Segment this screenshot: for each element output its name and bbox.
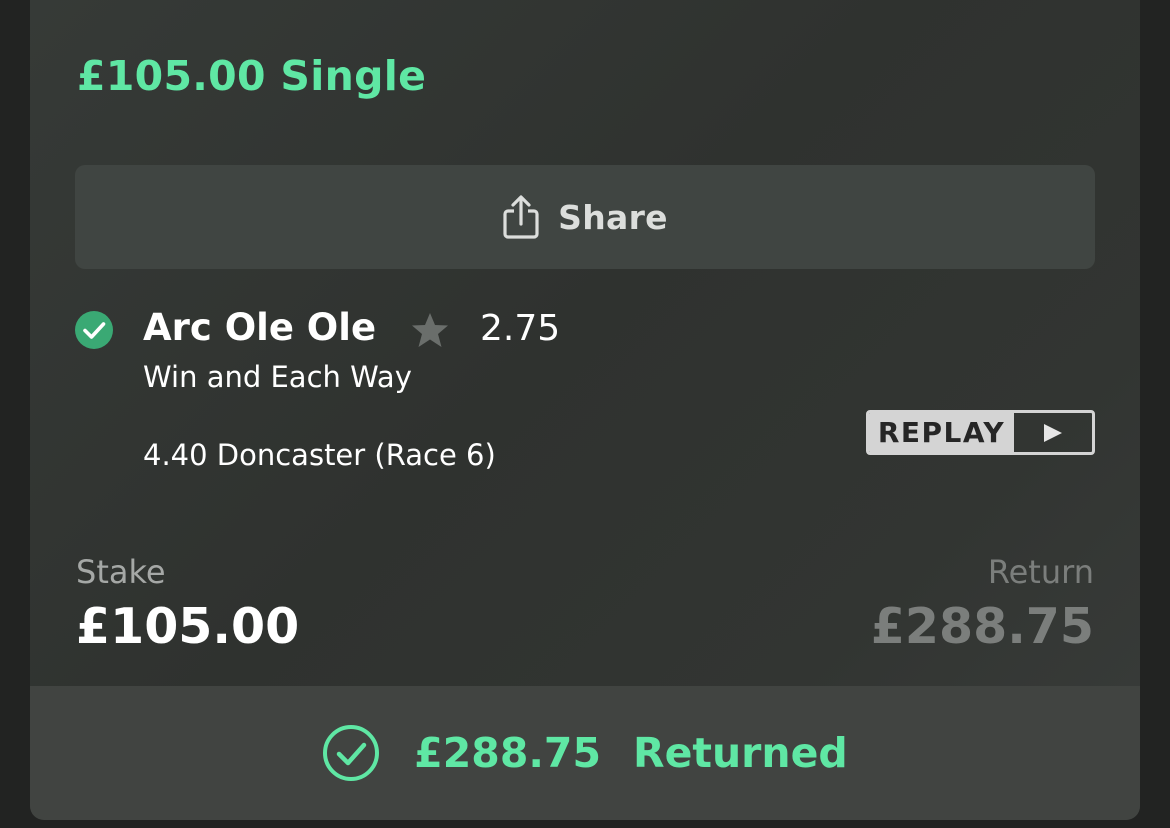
odds-value: 2.75	[480, 308, 561, 349]
selection-name: Arc Ole Ole	[143, 306, 377, 349]
check-circle-icon	[75, 311, 113, 349]
return-label: Return	[987, 553, 1094, 591]
play-icon	[1014, 413, 1092, 452]
share-icon	[502, 194, 540, 240]
event-name: 4.40 Doncaster (Race 6)	[143, 438, 496, 472]
check-circle-outline-icon	[322, 724, 380, 782]
stake-label: Stake	[76, 553, 166, 591]
return-value: £288.75	[870, 598, 1094, 655]
returned-amount: £288.75	[414, 729, 601, 777]
share-label: Share	[558, 197, 668, 237]
bet-title: £105.00 Single	[77, 52, 427, 100]
star-icon[interactable]	[410, 310, 450, 350]
stake-value: £105.00	[76, 598, 300, 655]
returned-label: Returned	[633, 729, 848, 777]
returned-banner: £288.75 Returned	[30, 686, 1140, 820]
bet-card: £105.00 Single Share Arc Ole Ole 2.75 Wi…	[30, 0, 1140, 820]
share-button[interactable]: Share	[75, 165, 1095, 269]
replay-button[interactable]: REPLAY	[866, 410, 1095, 455]
replay-label: REPLAY	[869, 413, 1014, 452]
market-type: Win and Each Way	[143, 360, 412, 394]
